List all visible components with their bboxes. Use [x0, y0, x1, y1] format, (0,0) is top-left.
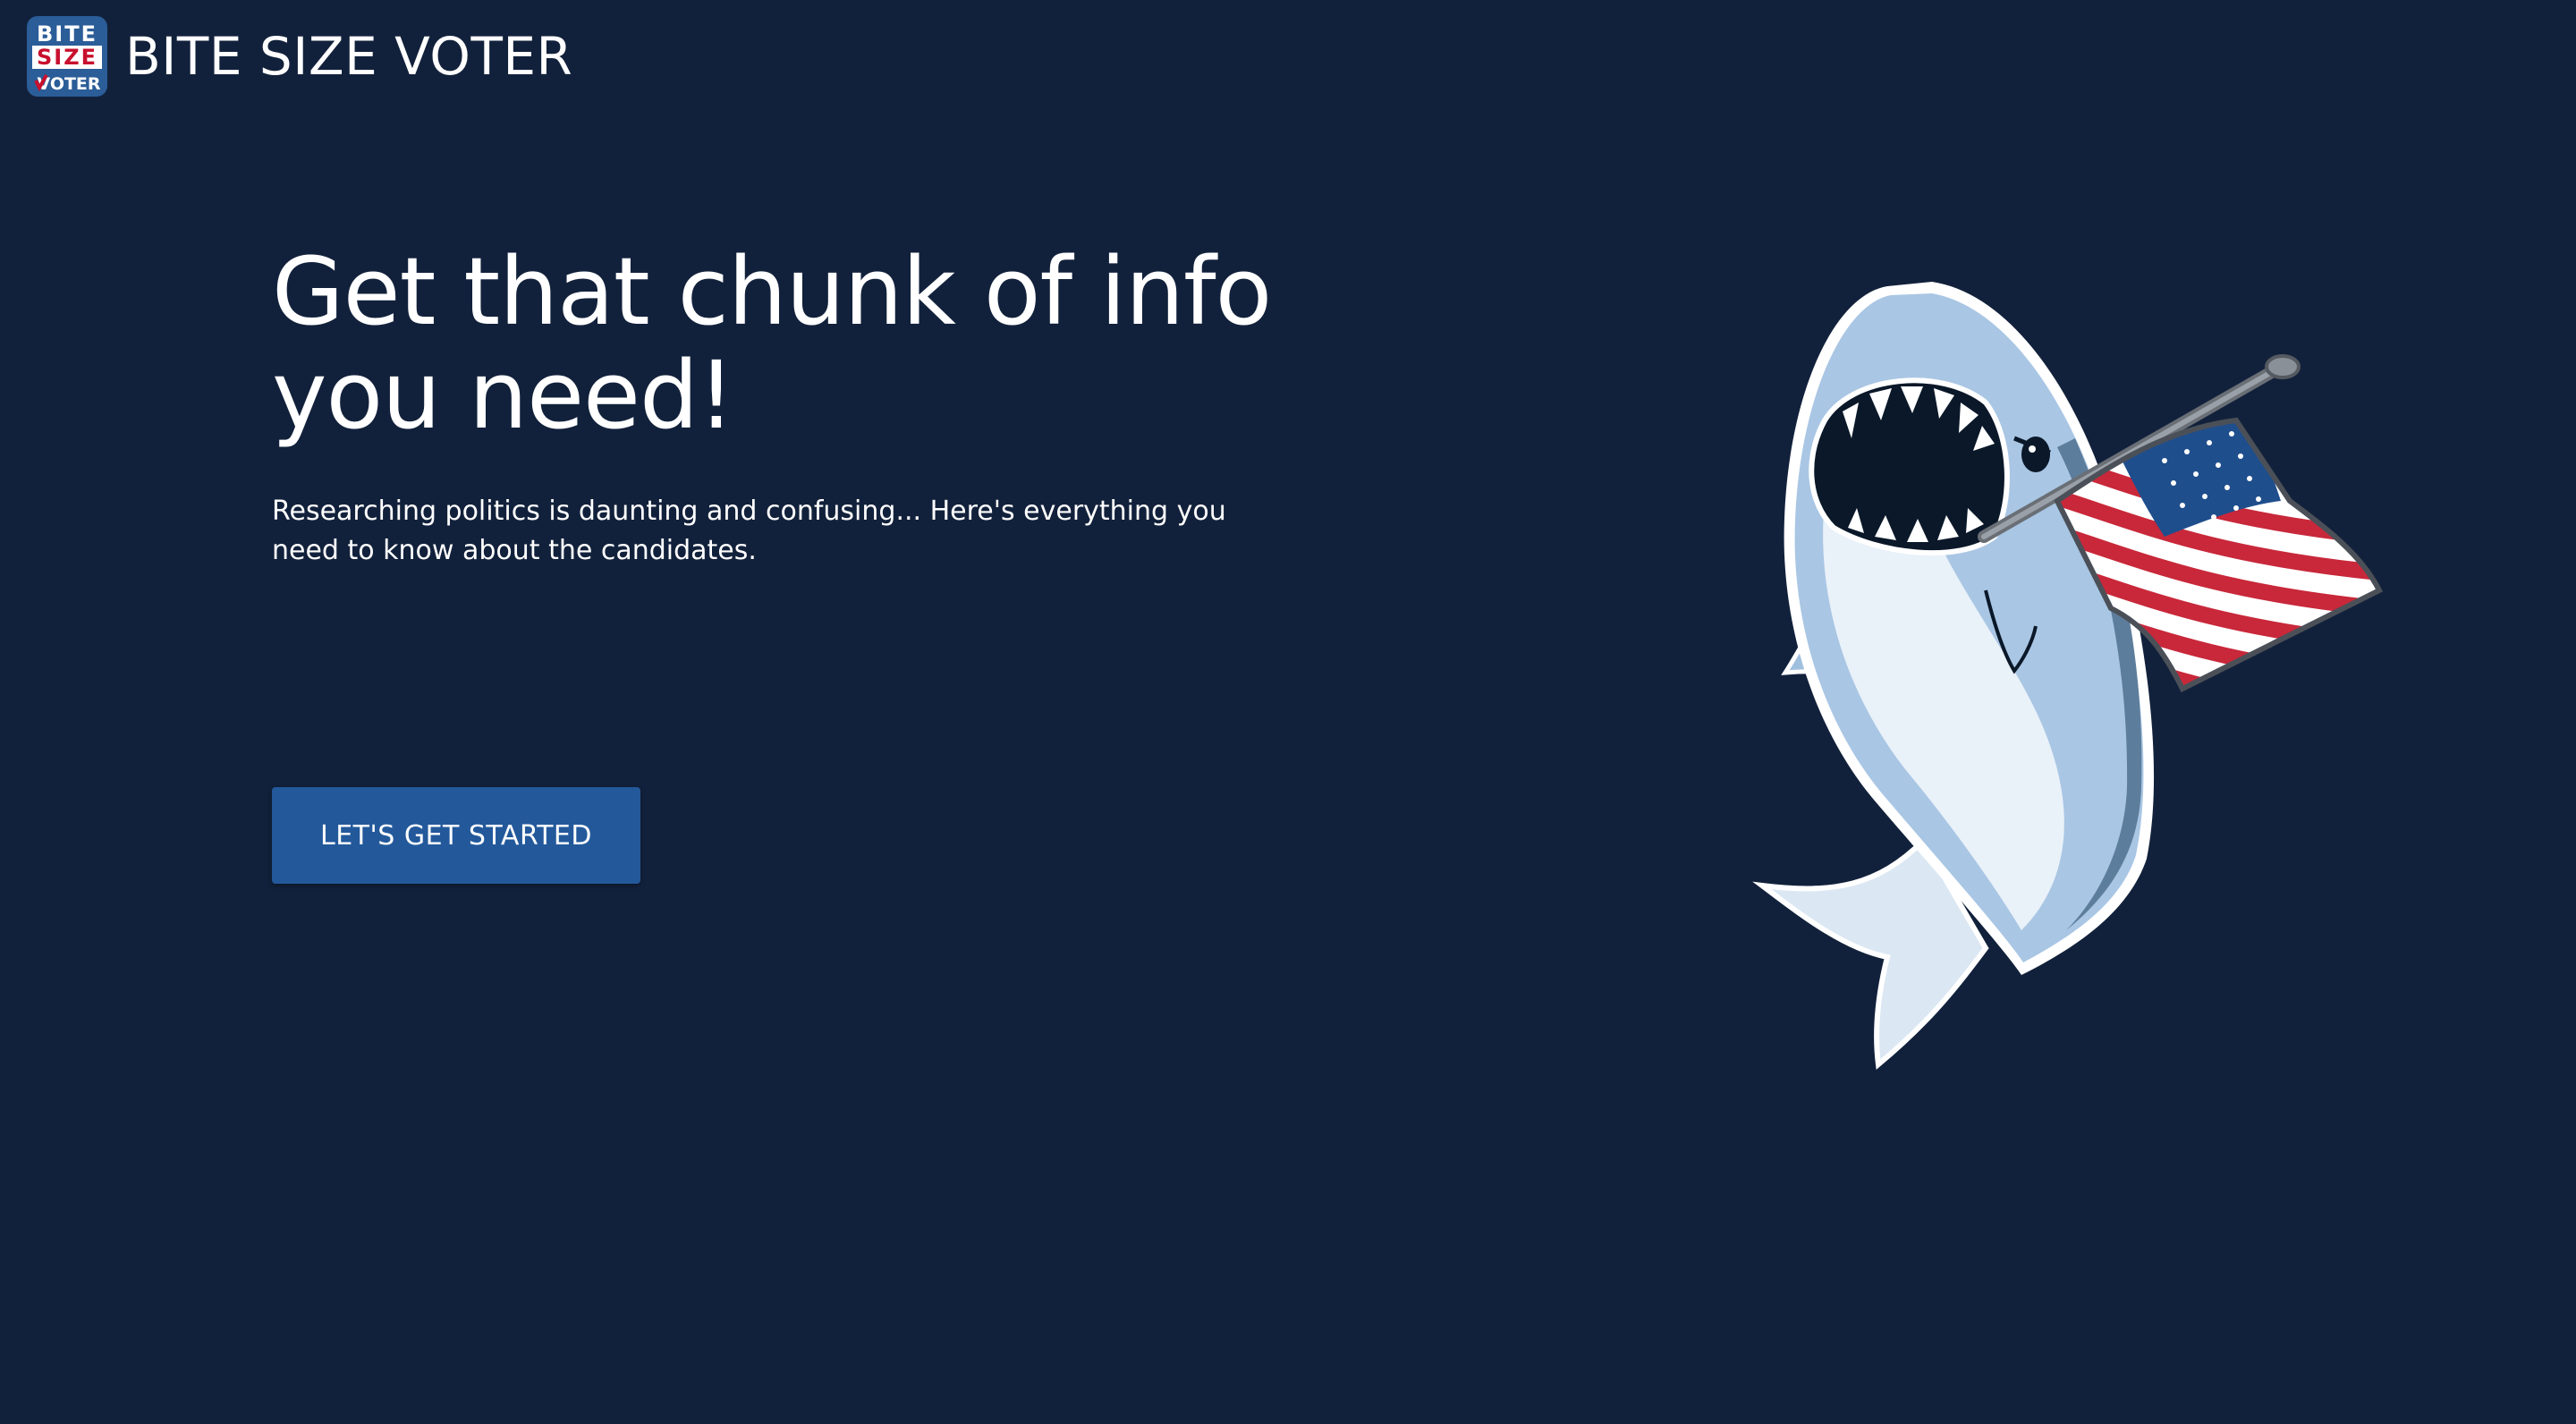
hero-title-line-1: Get that chunk of info	[272, 237, 1272, 346]
svg-text:SIZE: SIZE	[37, 45, 97, 70]
svg-text:BITE: BITE	[37, 21, 97, 47]
hero-subtitle: Researching politics is daunting and con…	[272, 496, 1226, 566]
bite-size-voter-logo-icon: BITE SIZE VOTER	[27, 16, 107, 97]
shark-with-flag-illustration-icon	[1752, 282, 2384, 1070]
get-started-button[interactable]: LET'S GET STARTED	[272, 787, 640, 884]
brand-name: BITE SIZE VOTER	[125, 26, 573, 87]
brand[interactable]: BITE SIZE VOTER BITE SIZE VOTER	[27, 16, 572, 97]
hero-title: Get that chunk of info you need!	[272, 240, 1345, 447]
hero-title-line-2: you need!	[272, 341, 735, 450]
landing-page: BITE SIZE VOTER BITE SIZE VOTER Get that…	[0, 0, 2576, 1424]
